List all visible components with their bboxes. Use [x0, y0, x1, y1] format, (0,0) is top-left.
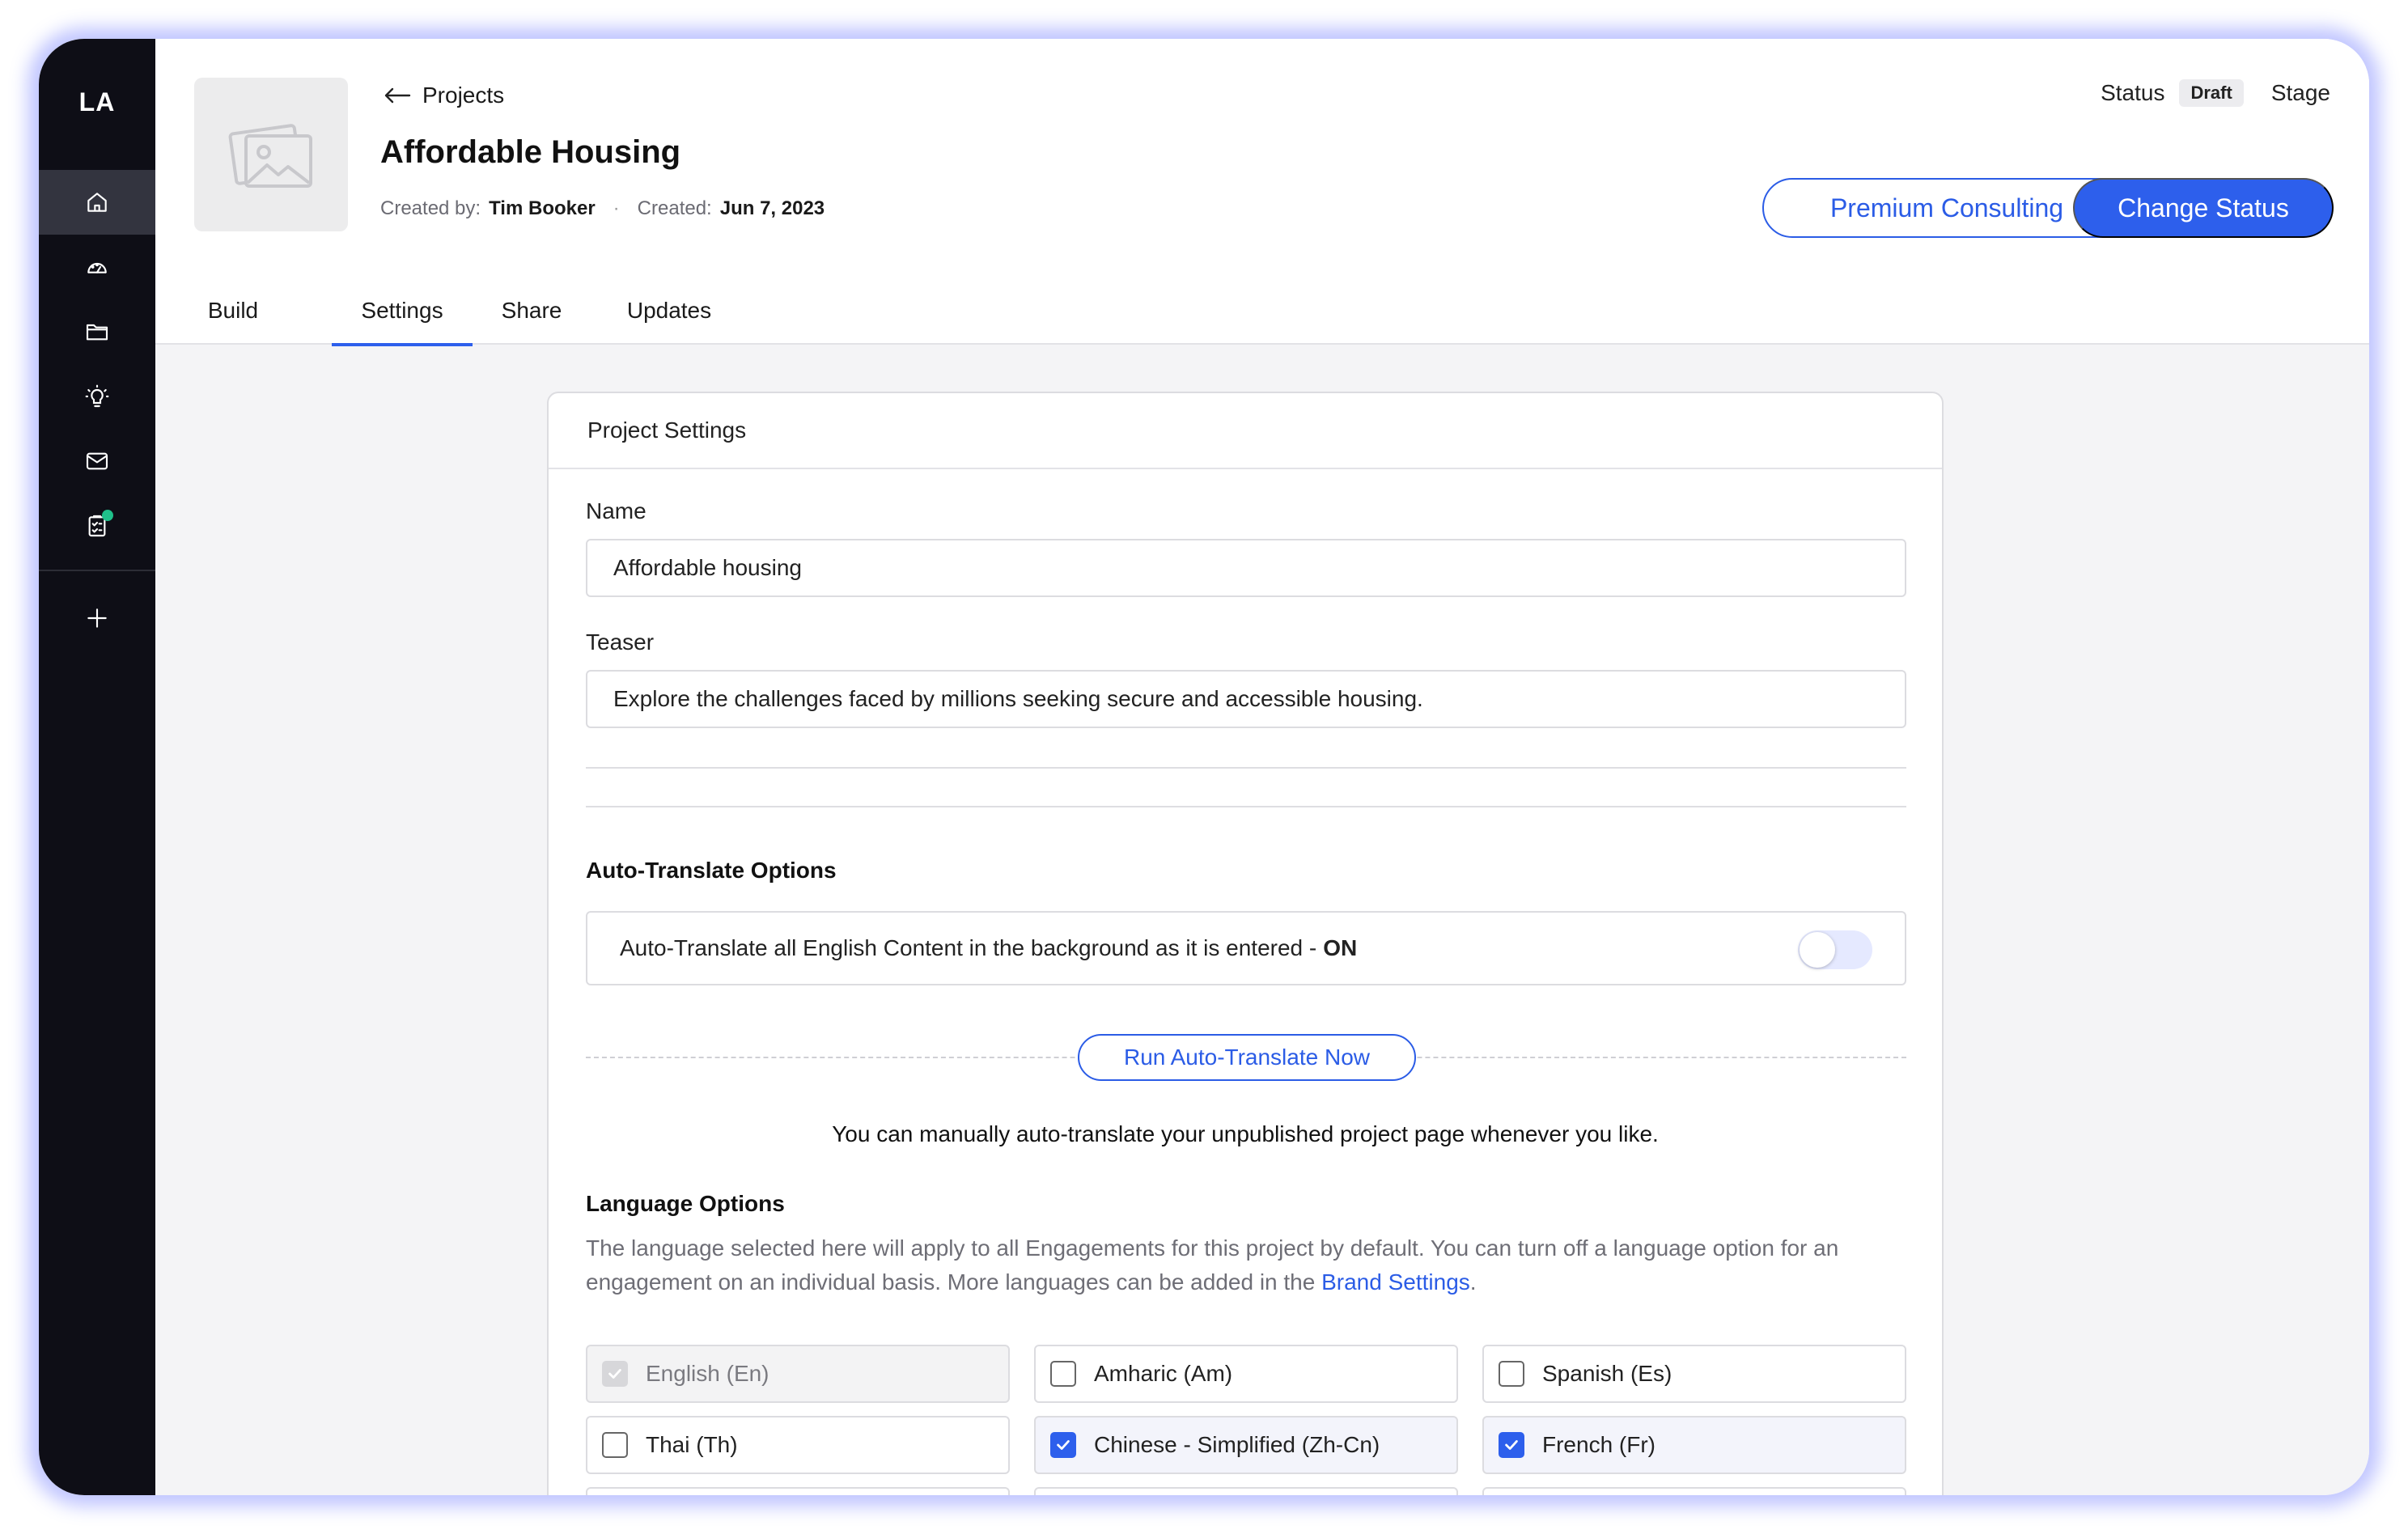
- language-label: Amharic (Am): [1094, 1361, 1233, 1386]
- name-input[interactable]: Affordable housing: [586, 539, 1906, 597]
- language-option-amharic[interactable]: Amharic (Am): [1034, 1345, 1458, 1403]
- checkbox: [602, 1361, 628, 1387]
- status-row: Status Draft Stage: [2101, 79, 2330, 107]
- auto-translate-title: Auto-Translate Options: [586, 858, 837, 883]
- sidebar: LA: [39, 39, 155, 1495]
- app-logo[interactable]: LA: [39, 87, 155, 117]
- project-header: Projects Affordable Housing Created by: …: [155, 39, 2369, 346]
- language-option-chinese-simplified[interactable]: Chinese - Simplified (Zh-Cn): [1034, 1416, 1458, 1474]
- tab-updates[interactable]: Updates: [608, 290, 730, 345]
- brand-settings-link[interactable]: Brand Settings: [1321, 1269, 1470, 1295]
- check-icon: [608, 1369, 621, 1379]
- language-label: Spanish (Es): [1542, 1361, 1672, 1386]
- sidebar-add-button[interactable]: [39, 586, 155, 650]
- language-options-title: Language Options: [586, 1191, 785, 1216]
- tab-build[interactable]: Build: [193, 290, 273, 345]
- created-by-value: Tim Booker: [489, 197, 596, 219]
- sidebar-item-home[interactable]: [39, 170, 155, 235]
- language-description-text: The language selected here will apply to…: [586, 1235, 1839, 1295]
- created-date-value: Jun 7, 2023: [719, 197, 825, 219]
- sidebar-item-folders[interactable]: [39, 299, 155, 364]
- auto-translate-state: ON: [1323, 935, 1358, 960]
- meta-separator: ·: [613, 197, 620, 219]
- language-option-partial[interactable]: [586, 1487, 1010, 1495]
- home-icon: [87, 193, 107, 212]
- app-window: LA Projects Affordable Housing Created b…: [39, 39, 2369, 1495]
- toggle-knob: [1800, 932, 1835, 968]
- language-option-spanish[interactable]: Spanish (Es): [1482, 1345, 1906, 1403]
- project-thumbnail[interactable]: [194, 78, 348, 231]
- stage-label: Stage: [2270, 80, 2330, 105]
- back-to-projects-link[interactable]: Projects: [384, 83, 504, 108]
- divider: [586, 806, 1906, 807]
- lightbulb-icon: [85, 384, 109, 408]
- language-label: French (Fr): [1542, 1432, 1656, 1457]
- status-badge: Draft: [2179, 79, 2244, 107]
- sidebar-item-dashboard[interactable]: [39, 235, 155, 299]
- auto-translate-toggle[interactable]: [1798, 930, 1872, 969]
- check-icon: [1505, 1440, 1518, 1450]
- sidebar-item-messages[interactable]: [39, 429, 155, 494]
- checkbox[interactable]: [1050, 1432, 1076, 1458]
- language-description: The language selected here will apply to…: [586, 1231, 1913, 1299]
- project-meta: Created by: Tim Booker · Created: Jun 7,…: [380, 197, 825, 220]
- image-placeholder-icon: [228, 124, 312, 188]
- created-date-label: Created:: [637, 197, 712, 219]
- checkbox[interactable]: [1499, 1432, 1524, 1458]
- language-option-french[interactable]: French (Fr): [1482, 1416, 1906, 1474]
- status-label: Status: [2101, 80, 2165, 105]
- language-option-thai[interactable]: Thai (Th): [586, 1416, 1010, 1474]
- divider: [586, 767, 1906, 769]
- card-title: Project Settings: [549, 393, 1942, 469]
- notification-dot: [102, 510, 113, 521]
- run-auto-translate-button[interactable]: Run Auto-Translate Now: [1078, 1034, 1416, 1081]
- sidebar-divider: [39, 570, 155, 571]
- page-title: Affordable Housing: [380, 134, 681, 170]
- checkbox[interactable]: [1499, 1361, 1524, 1387]
- folder-icon: [86, 324, 108, 341]
- back-link-label: Projects: [422, 83, 505, 108]
- language-description-end: .: [1469, 1269, 1477, 1295]
- manual-translate-note: You can manually auto-translate your unp…: [832, 1121, 1659, 1146]
- checkbox[interactable]: [1050, 1361, 1076, 1387]
- auto-translate-option: Auto-Translate all English Content in th…: [586, 911, 1906, 985]
- plus-icon: [87, 608, 107, 628]
- sidebar-item-ideas[interactable]: [39, 364, 155, 429]
- created-by-label: Created by:: [380, 197, 481, 219]
- language-option-partial[interactable]: [1034, 1487, 1458, 1495]
- check-icon: [1057, 1440, 1070, 1450]
- language-label: Chinese - Simplified (Zh-Cn): [1094, 1432, 1380, 1457]
- gauge-icon: [87, 263, 107, 273]
- project-settings-card: Project Settings Name Affordable housing…: [547, 392, 1944, 1495]
- teaser-input[interactable]: Explore the challenges faced by millions…: [586, 670, 1906, 728]
- tab-settings[interactable]: Settings: [332, 290, 473, 346]
- checkbox[interactable]: [602, 1432, 628, 1458]
- sidebar-item-tasks[interactable]: [39, 494, 155, 558]
- mail-icon: [86, 452, 108, 470]
- teaser-label: Teaser: [586, 629, 655, 655]
- auto-translate-text: Auto-Translate all English Content in th…: [620, 935, 1317, 960]
- tab-share[interactable]: Share: [487, 290, 576, 345]
- language-label: English (En): [646, 1361, 769, 1386]
- language-option-partial[interactable]: [1482, 1487, 1906, 1495]
- name-label: Name: [586, 498, 647, 523]
- main-area: Projects Affordable Housing Created by: …: [155, 39, 2369, 1495]
- language-option-english: English (En): [586, 1345, 1010, 1403]
- arrow-left-icon: [384, 87, 411, 104]
- change-status-button[interactable]: Change Status: [2073, 178, 2334, 238]
- language-label: Thai (Th): [646, 1432, 738, 1457]
